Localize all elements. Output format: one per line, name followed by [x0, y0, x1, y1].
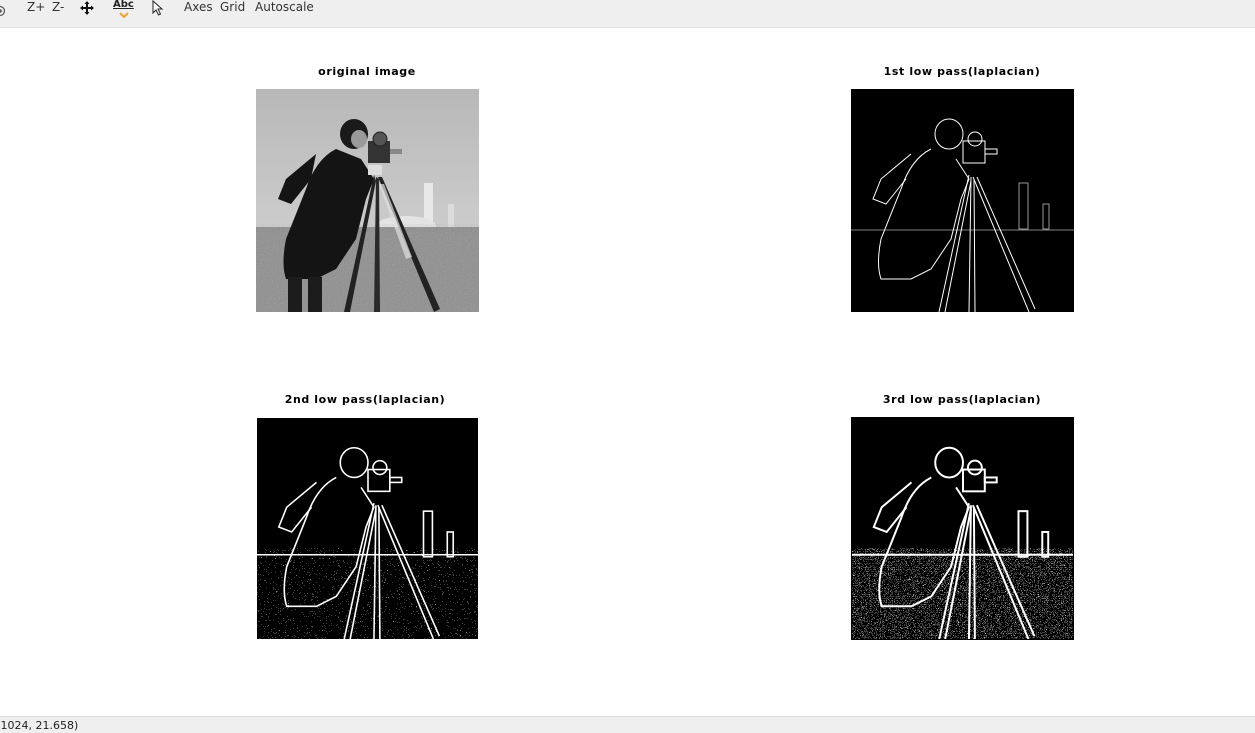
- axes-button[interactable]: Axes: [184, 0, 213, 16]
- zoom-in-button[interactable]: Z+: [27, 0, 45, 16]
- autoscale-button[interactable]: Autoscale: [255, 0, 314, 16]
- text-tool-label: Abc: [113, 0, 134, 10]
- grid-button[interactable]: Grid: [220, 0, 245, 16]
- image-third-laplacian[interactable]: [851, 417, 1074, 640]
- plot-title-first-laplacian: 1st low pass(laplacian): [883, 65, 1041, 78]
- app-icon[interactable]: [0, 2, 6, 17]
- plot-toolbar: Z+ Z- Abc Axes Grid Autoscale: [0, 0, 1255, 28]
- image-original[interactable]: [256, 89, 479, 312]
- plot-title-third-laplacian: 3rd low pass(laplacian): [882, 393, 1042, 406]
- plot-title-second-laplacian: 2nd low pass(laplacian): [284, 393, 446, 406]
- pan-move-icon[interactable]: [78, 0, 96, 16]
- pointer-cursor-icon[interactable]: [152, 0, 164, 16]
- plot-title-original: original image: [318, 65, 416, 78]
- cursor-coordinates: .1024, 21.658): [0, 719, 79, 732]
- text-annotation-button[interactable]: Abc: [113, 0, 135, 19]
- image-second-laplacian[interactable]: [257, 418, 478, 639]
- zoom-out-button[interactable]: Z-: [52, 0, 64, 16]
- image-first-laplacian[interactable]: [851, 89, 1074, 312]
- status-bar: .1024, 21.658): [0, 716, 1255, 733]
